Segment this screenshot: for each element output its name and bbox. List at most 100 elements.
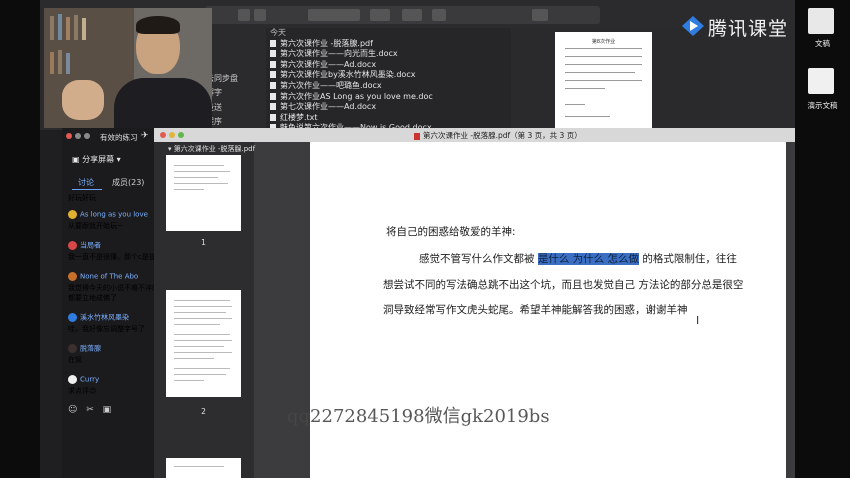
document-line: 将自己的困惑给敬爱的羊神: [386,226,516,238]
chat-message: 在窝 [68,356,82,364]
pdf-icon [414,132,420,140]
selected-text[interactable]: 是什么 为什么 怎么做 [537,253,640,265]
thumb-line [174,177,218,178]
zoom-button[interactable] [178,132,184,138]
zoom-button[interactable] [84,133,90,139]
back-button[interactable] [238,9,250,21]
document-icon [270,103,276,111]
document-icon[interactable] [808,8,834,34]
file-item[interactable]: 第六次课作业——向光而生.docx [266,49,511,60]
thumb-line [174,306,232,307]
thumb-line [174,368,230,369]
document-line: 洞导致经常写作文虎头蛇尾。希望羊神能解答我的困惑，谢谢羊神 [383,304,688,316]
thumb-line [174,340,232,341]
screen-share-icon: ▣ [72,155,83,164]
tag-icon[interactable] [532,9,548,21]
preview-line [565,116,610,117]
chat-message: 我觉得今天的小说不难不淬的 [68,284,156,292]
preview-line [565,104,585,105]
chat-toolbar[interactable]: ☺ ✂ ▣ [68,405,114,415]
minimize-button[interactable] [75,133,81,139]
preview-page: 第8次作业 [555,32,652,130]
file-item[interactable]: 第七次课作业——Ad.docx [266,102,511,113]
document-icon [270,39,276,47]
thumb-line [174,165,224,166]
chevron-down-icon: ▾ [114,155,121,164]
pdf-window-title: 第六次课作业 -脱落腺.pdf（第 3 页，共 3 页） [414,130,582,141]
book [58,50,62,74]
document-line: 感觉不管写什么作文都被 是什么 为什么 怎么做 的格式限制住，往往 [419,253,737,265]
file-item[interactable]: 第六次课作业by溪水竹林风墨染.docx [266,70,511,81]
minimize-button[interactable] [169,132,175,138]
tencent-logo-icon [682,16,704,36]
chat-username: None of The Abo [68,272,156,282]
chat-message: 我一直不是很懂，那个c是提出 [68,253,156,261]
page-thumbnail-1[interactable] [166,155,241,231]
gear-icon[interactable] [402,9,422,21]
chat-username: As long as you love [68,210,156,220]
brand-text: 腾讯课堂 [708,18,789,40]
chat-message: 好玩好玩 [68,194,96,202]
avatar [68,210,77,219]
preview-line [565,48,642,49]
desktop-label: 演示文稿 [807,101,838,110]
share-screen-button[interactable]: ▣ 分享屏幕 ▾ [72,154,121,165]
chat-username: 脱落腺 [68,344,156,354]
chat-username: 溪水竹林风墨染 [68,313,156,323]
avatar [68,344,77,353]
book [66,17,70,40]
chat-message: 哇，我好像忘调整字号了 [68,325,145,333]
thumbnail-header: ▾ 第六次课作业 -脱落腺.pdf [168,145,256,153]
webcam-feed [44,8,212,128]
document-icon [270,92,276,100]
thumb-line [174,358,214,359]
tab-discussion[interactable]: 讨论 [78,177,94,188]
person-hand [62,80,104,120]
preview-line [565,56,642,57]
tab-members[interactable]: 成员(23) [112,177,144,188]
book [66,53,70,74]
scrollbar[interactable] [786,142,795,478]
document-icon [270,50,276,58]
preview-heading: 第8次作业 [591,39,616,45]
forward-button[interactable] [254,9,266,21]
view-mode-buttons[interactable] [308,9,360,21]
chat-username: 当局者 [68,241,156,251]
book [82,18,86,40]
thumb-line [174,300,230,301]
airplane-icon: ✈ [141,131,149,141]
chat-message: 都要立地成佛了 [68,294,117,302]
preview-line [565,64,642,65]
close-button[interactable] [160,132,166,138]
thumb-line [174,374,226,375]
thumb-page-number: 1 [201,238,206,247]
avatar [68,375,77,384]
preview-line [565,72,635,73]
file-item[interactable]: 第六次课作业——Ad.docx [266,60,511,71]
file-item[interactable]: 第六次作业AS Long as you love me.doc [266,92,511,103]
document-icon [270,71,276,79]
file-item[interactable]: 红楼梦.txt [266,113,511,124]
person-hair [136,16,180,34]
file-item[interactable]: 第六次作业——吧璐鱼.docx [266,81,511,92]
close-button[interactable] [66,133,72,139]
arrange-button[interactable] [370,9,390,21]
presentation-icon[interactable] [808,68,834,94]
preview-line [565,80,642,81]
text-cursor-icon: Ⅰ [696,314,700,327]
finder-file-list: 今天 第六次课作业 -脱落腺.pdf 第六次课作业——向光而生.docx 第六次… [266,28,511,132]
thumb-line [174,334,230,335]
page-thumbnail-2[interactable] [166,290,241,397]
thumb-line [174,324,220,325]
thumb-line [174,312,226,313]
list-header: 今天 [270,28,286,37]
thumb-line [174,380,204,381]
left-black-border [0,0,40,478]
share-icon[interactable] [432,9,446,21]
thumb-line [174,183,228,184]
document-line: 想尝试不同的写法确总跳不出这个坑，而且也发觉自己 方法论的部分总是很空 [383,279,744,291]
page-thumbnail-3[interactable] [166,458,241,478]
file-item[interactable]: 第六次课作业 -脱落腺.pdf [266,39,511,50]
chat-window-title: 有效的练习 [100,133,138,142]
avatar [68,272,77,281]
